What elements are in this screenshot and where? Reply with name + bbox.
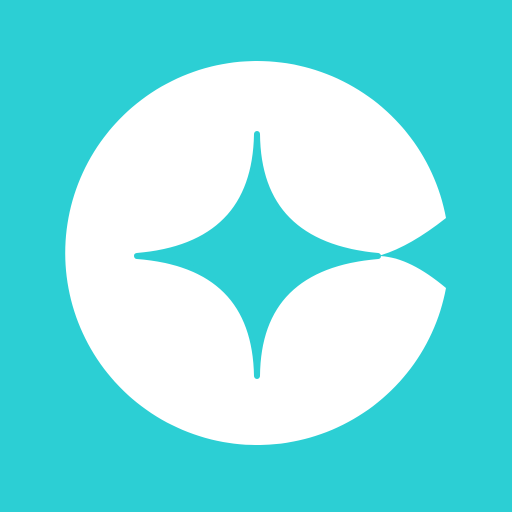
sparkle-c-logo-icon: [65, 61, 447, 445]
app-icon: [0, 0, 512, 512]
